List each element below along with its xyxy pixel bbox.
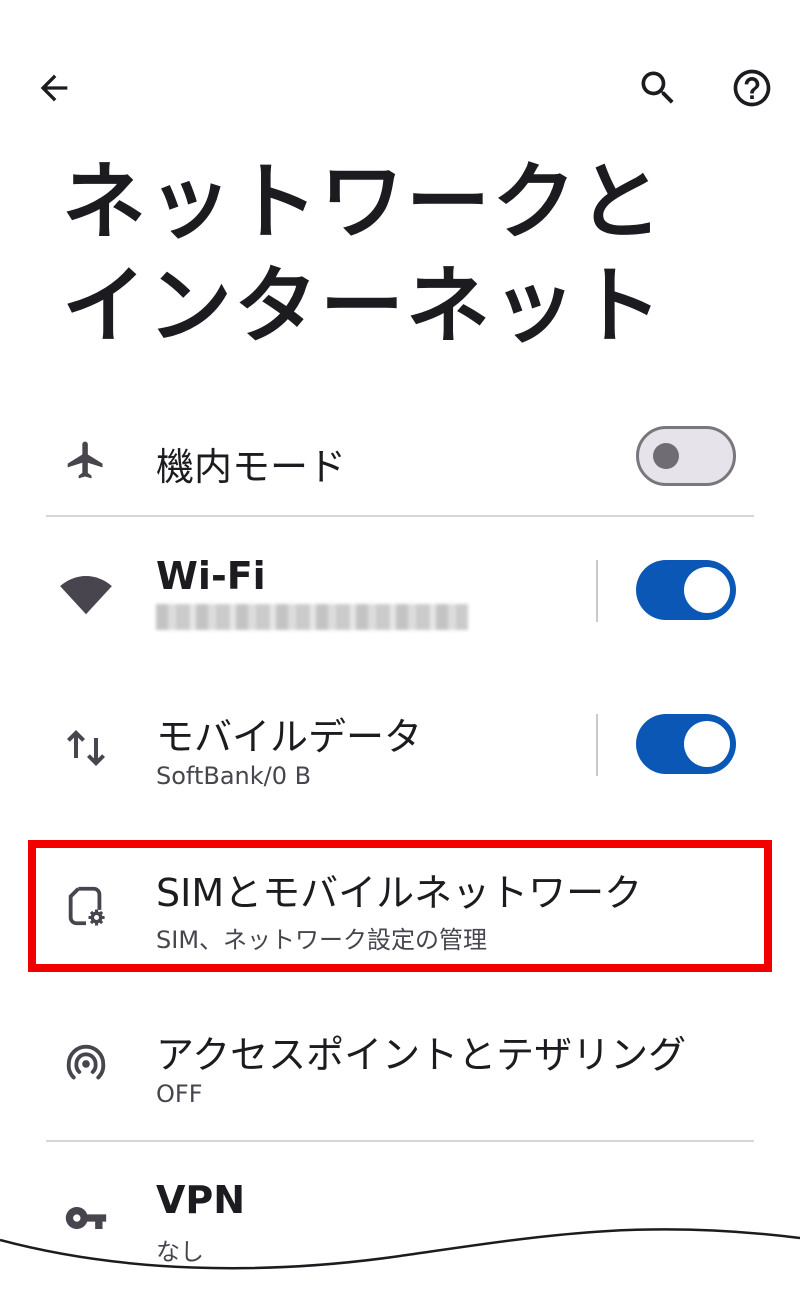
mobile-data-title: モバイルデータ xyxy=(156,715,423,759)
help-circle-icon xyxy=(733,69,771,107)
wifi-row[interactable]: Wi-Fi xyxy=(0,540,800,650)
mobile-data-subtitle: SoftBank/0 B xyxy=(156,762,312,790)
divider xyxy=(46,515,754,517)
vertical-separator xyxy=(596,714,598,776)
airplane-mode-title: 機内モード xyxy=(156,445,347,489)
highlight-annotation-box xyxy=(28,840,772,972)
mobile-data-row[interactable]: モバイルデータ SoftBank/0 B xyxy=(0,700,800,810)
wifi-network-name-redacted xyxy=(156,604,468,630)
page-title-line-1: ネットワークと xyxy=(62,153,665,251)
wifi-title: Wi-Fi xyxy=(156,554,266,598)
hotspot-tethering-subtitle: OFF xyxy=(156,1080,203,1108)
switch-knob xyxy=(653,443,679,469)
hotspot-tethering-row[interactable]: アクセスポイントとテザリング OFF xyxy=(0,1010,800,1120)
airplane-icon xyxy=(58,432,114,488)
airplane-mode-switch[interactable] xyxy=(636,426,736,486)
wifi-icon xyxy=(58,566,114,622)
data-arrows-icon xyxy=(58,720,114,776)
wavy-edge-decoration xyxy=(0,1228,800,1300)
switch-knob xyxy=(684,721,730,767)
wifi-switch[interactable] xyxy=(636,560,736,620)
search-icon xyxy=(641,71,674,104)
page-title-line-2: インターネット xyxy=(62,257,665,355)
switch-knob xyxy=(684,567,730,613)
hotspot-icon xyxy=(58,1034,114,1090)
mobile-data-switch[interactable] xyxy=(636,714,736,774)
vertical-separator xyxy=(596,560,598,622)
help-button[interactable] xyxy=(724,60,780,116)
airplane-mode-row[interactable]: 機内モード xyxy=(0,410,800,510)
search-button[interactable] xyxy=(630,60,686,116)
back-button[interactable] xyxy=(26,60,82,116)
hotspot-tethering-title: アクセスポイントとテザリング xyxy=(156,1033,687,1077)
divider xyxy=(46,1140,754,1142)
page-title: ネットワークと インターネット xyxy=(62,150,762,358)
arrow-left-icon xyxy=(40,74,68,102)
